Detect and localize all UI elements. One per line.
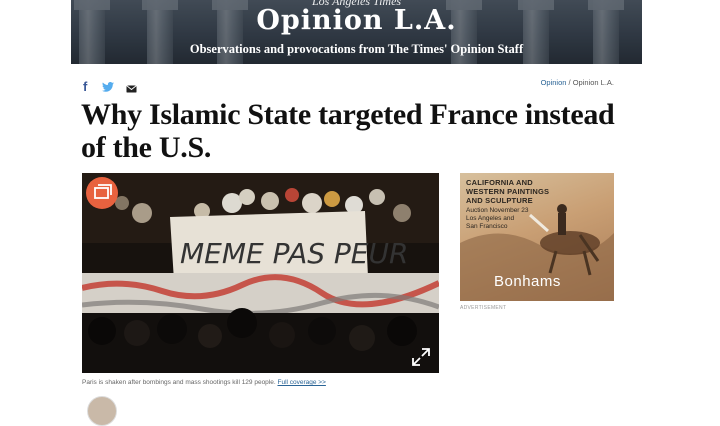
ad-headline: CALIFORNIA AND WESTERN PAINTINGS AND SCU… (466, 178, 549, 205)
blog-title[interactable]: Opinion L.A. (71, 5, 642, 36)
ad-details: Auction November 23 Los Angeles and San … (466, 207, 529, 231)
photo-gallery-button[interactable] (86, 177, 118, 209)
ad-title-line: AND SCULPTURE (466, 196, 533, 205)
bonhams-advertisement[interactable]: CALIFORNIA AND WESTERN PAINTINGS AND SCU… (460, 173, 614, 301)
photo-caption-text: Paris is shaken after bombings and mass … (82, 379, 276, 386)
breadcrumb: Opinion / Opinion L.A. (541, 78, 614, 87)
ad-detail-line: Los Angeles and (466, 215, 515, 222)
advertisement-label: ADVERTISEMENT (460, 305, 507, 311)
gallery-icon (94, 184, 112, 199)
twitter-share-icon[interactable] (102, 80, 114, 95)
ad-detail-line: Auction November 23 (466, 207, 529, 214)
ad-title-line: CALIFORNIA AND (466, 178, 533, 187)
facebook-share-icon[interactable]: f (83, 79, 87, 94)
memorial-photo-image: MEME PAS PEUR (82, 173, 439, 373)
lead-photo[interactable]: MEME PAS PEUR (82, 173, 439, 373)
ad-title-line: WESTERN PAINTINGS (466, 187, 550, 196)
envelope-icon (126, 85, 137, 93)
photo-caption: Paris is shaken after bombings and mass … (82, 379, 326, 386)
breadcrumb-current[interactable]: Opinion L.A. (573, 78, 614, 87)
ad-detail-line: San Francisco (466, 223, 508, 230)
author-avatar[interactable] (87, 396, 117, 426)
blog-tagline: Observations and provocations from The T… (189, 42, 524, 56)
email-share-icon[interactable] (126, 81, 137, 96)
opinion-la-banner[interactable]: Los Angeles Times Opinion L.A. Observati… (71, 0, 642, 64)
article-headline: Why Islamic State targeted France instea… (81, 98, 615, 164)
protest-banner-text: MEME PAS PEUR (180, 237, 408, 270)
breadcrumb-opinion-link[interactable]: Opinion (541, 78, 567, 87)
expand-icon (412, 348, 430, 366)
ad-brand-logo: Bonhams (494, 273, 561, 290)
full-coverage-link[interactable]: Full coverage >> (277, 379, 325, 386)
expand-photo-button[interactable] (411, 347, 431, 367)
twitter-bird-icon (102, 82, 114, 92)
